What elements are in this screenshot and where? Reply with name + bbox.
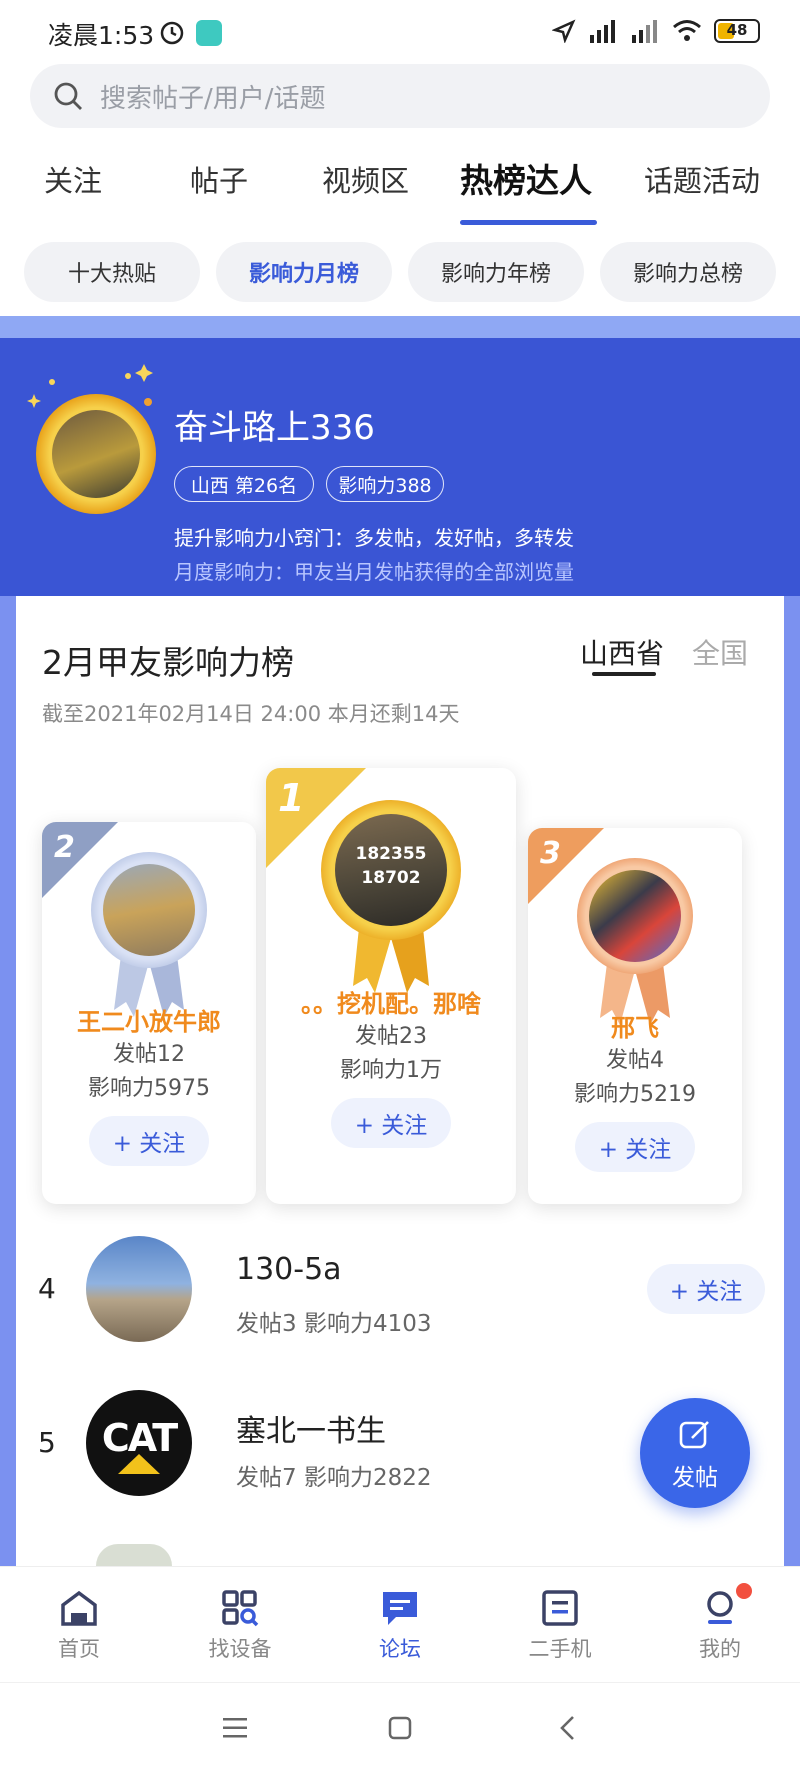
card-side-left [0,596,16,1566]
notification-dot [736,1583,752,1599]
podium-card-3[interactable]: 3 邢飞 发帖4 影响力5219 + 关注 [528,828,742,1204]
tab-hot-experts[interactable]: 热榜达人 [460,154,592,202]
search-input[interactable]: 搜索帖子/用户/话题 [100,78,326,115]
podium-posts: 发帖23 [355,1024,427,1049]
nav-label: 我的 [699,1637,741,1661]
medal-text-line1: 182355 [355,844,427,864]
avatar[interactable]: CAT [86,1390,192,1496]
avatar[interactable] [86,1236,192,1342]
chip-top10[interactable]: 十大热贴 [24,242,200,302]
main-tabs: 关注 帖子 视频区 热榜达人 话题活动 [0,140,800,230]
avatar [96,1544,172,1566]
avatar-medal: 182355 18702 [321,800,461,940]
tab-posts[interactable]: 帖子 [190,158,248,200]
podium-username: 。。挖机配。那啥 [301,990,481,1018]
status-time: 凌晨1:53 [48,21,155,50]
region-province[interactable]: 山西省 [580,632,664,672]
tab-follow[interactable]: 关注 [44,158,102,200]
influence-description: 月度影响力：甲友当月发帖获得的全部浏览量 [174,560,574,584]
avatar-medal [91,852,207,968]
tab-video[interactable]: 视频区 [322,158,409,200]
podium-posts: 发帖12 [113,1042,185,1067]
rank-number: 2 [54,830,75,865]
influence-tip: 提升影响力小窍门：多发帖，发好帖，多转发 [174,526,574,550]
signal-icon [590,20,615,43]
home-icon [61,1590,97,1626]
nav-label: 二手机 [528,1637,592,1661]
nav-label: 首页 [58,1637,100,1661]
podium-influence: 影响力5975 [88,1076,210,1101]
region-national[interactable]: 全国 [692,632,748,672]
nav-used-machine[interactable]: 二手机 [515,1589,605,1663]
podium-card-2[interactable]: 2 王二小放牛郎 发帖12 影响力5975 + 关注 [42,822,256,1204]
my-rank-badge: 山西 第26名 [174,466,314,502]
ranking-title: 2月甲友影响力榜 [42,643,294,682]
nav-label: 论坛 [379,1637,421,1661]
ranking-subtitle: 截至2021年02月14日 24:00 本月还剩14天 [42,702,460,726]
menu-icon[interactable] [222,1717,248,1739]
home-button-icon[interactable] [388,1716,412,1740]
nav-forum[interactable]: 论坛 [355,1589,445,1663]
signal-icon-2 [632,20,657,43]
list-stats: 发帖7 影响力2822 [236,1465,432,1491]
podium-username: 王二小放牛郎 [77,1008,221,1036]
list-stats: 发帖3 影响力4103 [236,1311,432,1337]
wifi-icon [673,20,701,41]
active-tab-indicator [460,220,597,225]
app-notification-icon [196,20,222,46]
region-indicator [592,672,656,676]
list-username: 130-5a [236,1252,342,1287]
chip-yearly[interactable]: 影响力年榜 [408,242,584,302]
follow-button[interactable]: + 关注 [331,1098,451,1148]
list-rank: 5 [38,1426,56,1459]
rank-number: 3 [540,836,561,871]
system-nav-bar [0,1682,800,1778]
status-bar: 凌晨1:53 48 [0,0,800,62]
follow-button[interactable]: + 关注 [575,1122,695,1172]
search-icon [54,82,82,110]
follow-button[interactable]: + 关注 [647,1264,765,1314]
nav-label: 找设备 [208,1637,272,1661]
search-bar[interactable]: 搜索帖子/用户/话题 [30,64,770,128]
follow-button[interactable]: + 关注 [89,1116,209,1166]
nav-home[interactable]: 首页 [34,1589,124,1663]
medal-text-line2: 18702 [361,868,421,888]
location-icon [552,19,576,43]
create-post-button[interactable]: 发帖 [640,1398,750,1508]
find-device-icon [222,1590,259,1627]
card-side-right [784,596,800,1566]
list-rank: 4 [38,1272,56,1305]
podium-posts: 发帖4 [606,1048,664,1073]
avatar-medal [577,858,693,974]
podium-influence: 影响力1万 [340,1058,442,1083]
chip-total[interactable]: 影响力总榜 [600,242,776,302]
cat-logo-triangle [118,1454,160,1474]
chip-monthly[interactable]: 影响力月榜 [216,242,392,302]
forum-icon [383,1592,417,1625]
used-machine-icon [542,1590,578,1626]
edit-icon [679,1421,709,1449]
battery-icon: 48 [714,19,760,43]
nav-find-device[interactable]: 找设备 [195,1589,285,1663]
podium-influence: 影响力5219 [574,1082,696,1107]
podium-username: 邢飞 [611,1014,659,1042]
list-username: 塞北一书生 [236,1414,386,1449]
excavator-photo [52,410,140,498]
alarm-icon [160,21,184,45]
my-username: 奋斗路上336 [174,408,375,448]
tab-topics[interactable]: 话题活动 [644,158,760,200]
my-influence-badge: 影响力388 [326,466,444,502]
podium-card-1[interactable]: 1 182355 18702 。。挖机配。那啥 发帖23 影响力1万 + 关注 [266,768,516,1204]
list-item[interactable]: 4 130-5a 发帖3 影响力4103 + 关注 [16,1218,784,1358]
profile-icon [707,1591,733,1624]
my-avatar[interactable] [36,394,156,514]
back-icon[interactable] [558,1715,576,1741]
create-post-label: 发帖 [672,1465,718,1491]
nav-profile[interactable]: 我的 [675,1589,765,1663]
status-icons: 48 [552,14,760,48]
rank-number: 1 [278,776,305,820]
bottom-nav: 首页 找设备 论坛 二手机 我的 [0,1566,800,1682]
